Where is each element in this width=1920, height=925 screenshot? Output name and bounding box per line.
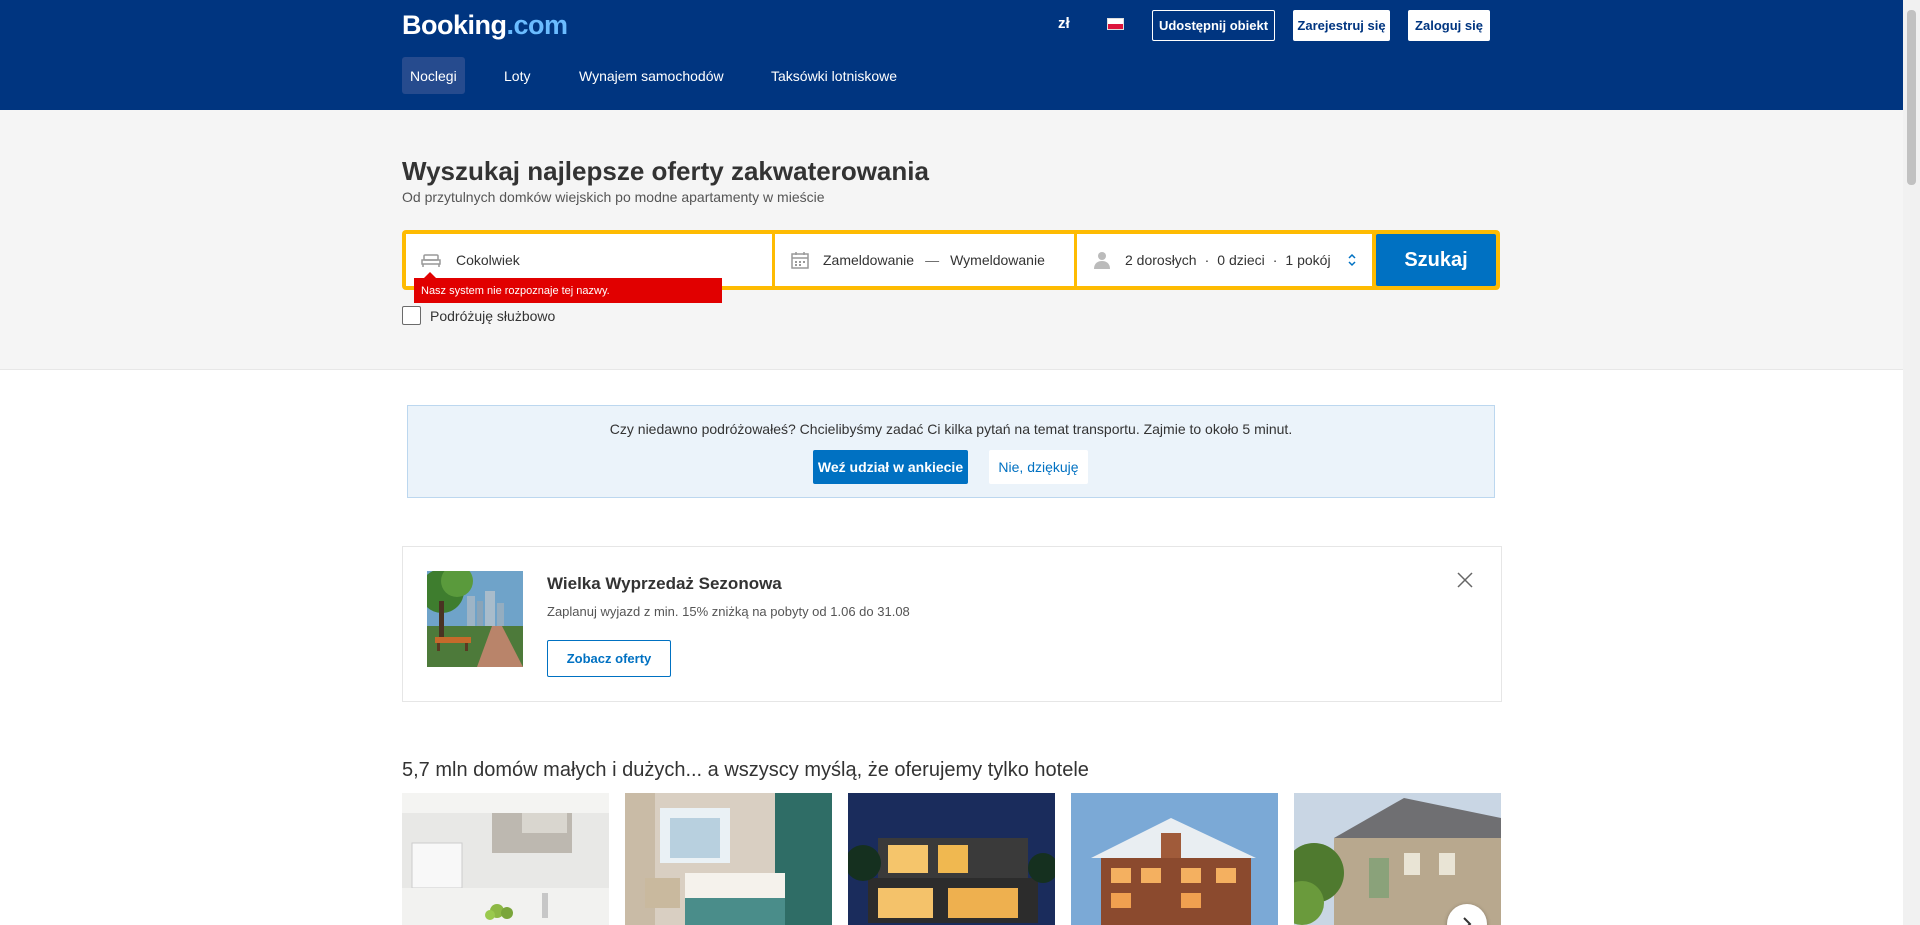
dates-field[interactable]: Zameldowanie — Wymeldowanie xyxy=(775,234,1074,286)
rooms-count: 1 pokój xyxy=(1285,252,1331,268)
person-icon xyxy=(1093,250,1111,270)
separator-dot: · xyxy=(1272,252,1278,268)
property-card-hotel-room[interactable] xyxy=(625,793,832,925)
seasonal-sale-promo: Wielka Wyprzedaż Sezonowa Zaplanuj wyjaz… xyxy=(402,546,1502,702)
checkout-label: Wymeldowanie xyxy=(950,252,1045,268)
property-card-modern-villa[interactable] xyxy=(848,793,1055,925)
promo-image xyxy=(427,571,523,667)
close-icon[interactable] xyxy=(1456,571,1474,589)
login-button[interactable]: Zaloguj się xyxy=(1408,10,1490,41)
calendar-icon xyxy=(791,251,809,269)
list-property-button[interactable]: Udostępnij obiekt xyxy=(1152,10,1275,41)
page-subtitle: Od przytulnych domków wiejskich po modne… xyxy=(402,189,825,205)
tab-car-rental[interactable]: Wynajem samochodów xyxy=(571,57,732,94)
tab-airport-taxis[interactable]: Taksówki lotniskowe xyxy=(763,57,905,94)
separator-dot: · xyxy=(1204,252,1210,268)
property-types-heading: 5,7 mln domów małych i dużych... a wszys… xyxy=(402,759,1089,781)
booking-logo[interactable]: Booking.com xyxy=(402,10,568,41)
guests-field[interactable]: 2 dorosłych · 0 dzieci · 1 pokój xyxy=(1077,234,1372,286)
adults-count: 2 dorosłych xyxy=(1125,252,1197,268)
transport-survey-banner: Czy niedawno podróżowałeś? Chcielibyśmy … xyxy=(407,405,1495,498)
tab-stays[interactable]: Noclegi xyxy=(402,57,465,94)
tab-flights[interactable]: Loty xyxy=(496,57,538,94)
bed-icon xyxy=(421,252,441,268)
promo-title: Wielka Wyprzedaż Sezonowa xyxy=(547,574,782,593)
page-scrollbar[interactable] xyxy=(1903,0,1920,925)
scrollbar-thumb[interactable] xyxy=(1907,10,1916,185)
property-card-chalet[interactable] xyxy=(1071,793,1278,925)
register-button[interactable]: Zarejestruj się xyxy=(1293,10,1390,41)
business-travel-checkbox[interactable] xyxy=(402,306,421,325)
survey-accept-button[interactable]: Weź udział w ankiecie xyxy=(813,450,968,484)
checkin-label: Zameldowanie xyxy=(823,252,915,268)
destination-value: Cokolwiek xyxy=(456,252,520,268)
search-button[interactable]: Szukaj xyxy=(1376,234,1496,286)
children-count: 0 dzieci xyxy=(1217,252,1265,268)
survey-decline-button[interactable]: Nie, dziękuję xyxy=(989,450,1088,484)
date-separator: — xyxy=(925,252,940,268)
sort-arrows-icon xyxy=(1347,253,1357,267)
chevron-right-icon xyxy=(1461,917,1473,925)
search-section: Wyszukaj najlepsze oferty zakwaterowania… xyxy=(0,110,1903,370)
polish-flag-icon[interactable] xyxy=(1107,18,1124,30)
property-card-apartment[interactable] xyxy=(402,793,609,925)
page-title: Wyszukaj najlepsze oferty zakwaterowania xyxy=(402,156,929,186)
currency-selector[interactable]: zł xyxy=(1058,15,1070,32)
see-offers-button[interactable]: Zobacz oferty xyxy=(547,640,671,677)
top-header: Booking.com zł Udostępnij obiekt Zarejes… xyxy=(0,0,1903,110)
survey-text: Czy niedawno podróżowałeś? Chcielibyśmy … xyxy=(609,421,1293,437)
business-travel-label[interactable]: Podróżuję służbowo xyxy=(430,308,555,324)
destination-error-tooltip: Nasz system nie rozpoznaje tej nazwy. xyxy=(414,272,722,303)
promo-description: Zaplanuj wyjazd z min. 15% zniżką na pob… xyxy=(547,604,910,619)
